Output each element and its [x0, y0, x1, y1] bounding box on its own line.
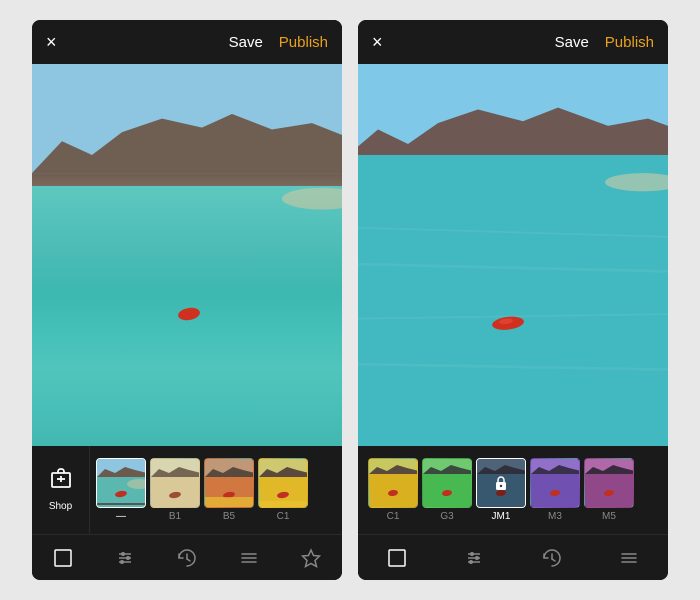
filter-c1[interactable]: C1 [258, 458, 308, 522]
filter-g3-thumb[interactable] [422, 458, 472, 508]
filter-m5-label: M5 [602, 511, 616, 522]
left-kayak [177, 306, 201, 322]
left-header: × Save Publish [32, 20, 342, 64]
filter-jm1-thumb[interactable] [476, 458, 526, 508]
frame-icon-right[interactable] [379, 540, 415, 576]
filter-jm1[interactable]: JM1 [476, 458, 526, 522]
left-save-button[interactable]: Save [229, 34, 263, 51]
filter-m5[interactable]: M5 [584, 458, 634, 522]
filter-jm1-label: JM1 [492, 511, 511, 522]
lock-icon [494, 475, 508, 491]
filter-g3-label: G3 [440, 511, 453, 522]
filter-none-thumb[interactable] [96, 458, 146, 508]
shop-label: Shop [49, 501, 72, 512]
history-icon-left[interactable] [169, 540, 205, 576]
sliders-icon-right[interactable] [456, 540, 492, 576]
right-publish-button[interactable]: Publish [605, 34, 654, 51]
filter-b5-thumb[interactable] [204, 458, 254, 508]
left-close-button[interactable]: × [46, 32, 57, 53]
right-image-area [358, 64, 668, 446]
left-shop-button[interactable]: Shop [32, 446, 90, 534]
filter-b5[interactable]: B5 [204, 458, 254, 522]
right-filter-list: C1 G3 [358, 446, 640, 534]
right-photo [358, 64, 668, 446]
filter-c1-right-thumb[interactable] [368, 458, 418, 508]
filter-m3-thumb[interactable] [530, 458, 580, 508]
left-photo [32, 64, 342, 446]
filter-c1-right-label: C1 [387, 511, 400, 522]
filter-c1-label: C1 [277, 511, 290, 522]
filter-m5-thumb[interactable] [584, 458, 634, 508]
filter-g3[interactable]: G3 [422, 458, 472, 522]
filter-c1-right[interactable]: C1 [368, 458, 418, 522]
filter-b1-label: B1 [169, 511, 181, 522]
left-panel: × Save Publish [32, 20, 342, 580]
frame-icon-left[interactable] [45, 540, 81, 576]
right-filter-strip: C1 G3 [358, 446, 668, 534]
sliders-icon-left[interactable] [107, 540, 143, 576]
right-save-button[interactable]: Save [555, 34, 589, 51]
cart-icon [49, 468, 73, 497]
star-icon-left[interactable] [293, 540, 329, 576]
filter-m3-label: M3 [548, 511, 562, 522]
right-header-actions: Save Publish [555, 34, 654, 51]
history-icon-right[interactable] [534, 540, 570, 576]
left-filter-list: — B1 [90, 446, 314, 534]
left-publish-button[interactable]: Publish [279, 34, 328, 51]
left-filter-strip: Shop — [32, 446, 342, 534]
menu-icon-left[interactable] [231, 540, 267, 576]
filter-b1[interactable]: B1 [150, 458, 200, 522]
filter-m3[interactable]: M3 [530, 458, 580, 522]
filter-b1-thumb[interactable] [150, 458, 200, 508]
right-close-button[interactable]: × [372, 32, 383, 53]
right-header: × Save Publish [358, 20, 668, 64]
filter-none-label: — [116, 511, 126, 522]
right-bottom-toolbar [358, 534, 668, 580]
left-header-actions: Save Publish [229, 34, 328, 51]
left-image-area [32, 64, 342, 446]
filter-c1-thumb[interactable] [258, 458, 308, 508]
left-bottom-toolbar [32, 534, 342, 580]
right-panel: × Save Publish [358, 20, 668, 580]
filter-none[interactable]: — [96, 458, 146, 522]
filter-b5-label: B5 [223, 511, 235, 522]
menu-icon-right[interactable] [611, 540, 647, 576]
